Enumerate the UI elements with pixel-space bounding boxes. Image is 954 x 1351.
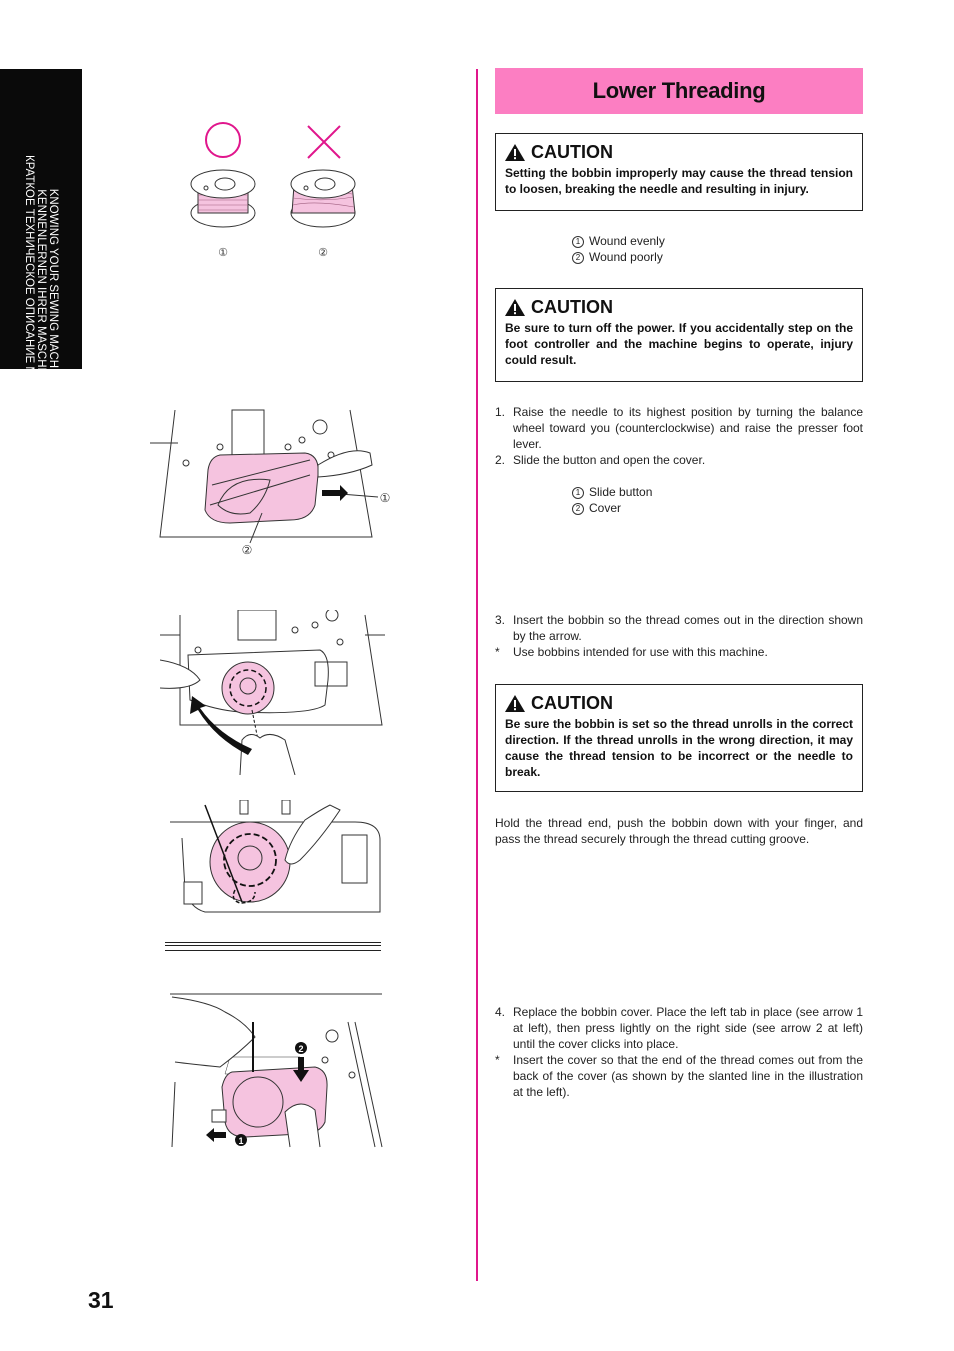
steps-1-2: 1. Raise the needle to its highest positi… (495, 404, 863, 468)
correct-mark-icon (205, 122, 241, 158)
insert-bobbin-illustration (160, 610, 385, 775)
column-divider (476, 69, 478, 1281)
step-1: 1. Raise the needle to its highest positi… (495, 405, 863, 451)
caution-label: CAUTION (531, 142, 613, 162)
chapter-title-en: KNOWING YOUR SEWING MACHINE (47, 188, 59, 388)
warning-triangle-icon (505, 695, 525, 712)
caution-box-1: CAUTION Setting the bobbin improperly ma… (495, 133, 863, 211)
legend-item: 2 Cover (572, 500, 652, 516)
bobbin-legend: 1 Wound evenly 2 Wound poorly (572, 233, 665, 265)
arrow-1-label: 1 (238, 1136, 243, 1146)
chapter-tab-text: KNOWING YOUR SEWING MACHINE KENNENLERNEN… (23, 138, 59, 438)
chapter-tab: KNOWING YOUR SEWING MACHINE KENNENLERNEN… (0, 69, 82, 421)
double-rule (165, 942, 381, 951)
bobbin-wound-evenly (190, 169, 256, 228)
incorrect-mark-icon (307, 125, 341, 159)
caution-text: Setting the bobbin improperly may cause … (505, 166, 853, 196)
warning-triangle-icon (505, 144, 525, 161)
callout-2: ② (242, 543, 253, 557)
page-title: Lower Threading (592, 78, 766, 103)
step-3-note: * Use bobbins intended for use with this … (495, 645, 768, 659)
caution-box-2: CAUTION Be sure to turn off the power. I… (495, 288, 863, 382)
slide-arrow-icon (322, 485, 348, 501)
warning-triangle-icon (505, 299, 525, 316)
bobbin-wound-poorly (290, 169, 356, 228)
legend-item: 1 Wound evenly (572, 233, 665, 249)
arrow-2-label: 2 (298, 1044, 303, 1054)
step-4: 4. Replace the bobbin cover. Place the le… (495, 1005, 863, 1051)
arrow-1-icon (206, 1128, 226, 1142)
chapter-title-ru: КРАТКОЕ ТЕХНИЧЕСКОЕ ОПИСАНИЕ МАШИНЫ (23, 155, 35, 421)
cover-legend: 1 Slide button 2 Cover (572, 484, 652, 516)
caution-text: Be sure the bobbin is set so the thread … (505, 717, 853, 779)
bobbin-winding-illustration: ① ② (190, 122, 356, 259)
replace-cover-illustration: 2 1 (170, 993, 383, 1148)
chapter-title-de: KENNENLERNEN IHRER MASCHINE (35, 189, 47, 387)
callout-1: ① (380, 491, 391, 505)
step-4-block: 4. Replace the bobbin cover. Place the le… (495, 1004, 863, 1100)
step-2: 2. Slide the button and open the cover. (495, 453, 706, 467)
caution-box-3: CAUTION Be sure the bobbin is set so the… (495, 684, 863, 792)
caution-label: CAUTION (531, 297, 613, 317)
section-title-bar: Lower Threading (495, 68, 863, 114)
step-3-block: 3. Insert the bobbin so the thread comes … (495, 612, 863, 660)
step-3: 3. Insert the bobbin so the thread comes … (495, 613, 863, 643)
open-cover-illustration: ① ② (150, 409, 391, 557)
callout-1: ① (218, 247, 228, 259)
callout-2: ② (318, 247, 328, 259)
thread-groove-illustration (170, 800, 381, 913)
step-4-note: * Insert the cover so that the end of the… (495, 1053, 863, 1099)
legend-item: 2 Wound poorly (572, 249, 665, 265)
hold-thread-instruction: Hold the thread end, push the bobbin dow… (495, 816, 863, 846)
caution-label: CAUTION (531, 693, 613, 713)
page-number: 31 (88, 1287, 114, 1313)
caution-text: Be sure to turn off the power. If you ac… (505, 321, 853, 367)
legend-item: 1 Slide button (572, 484, 652, 500)
